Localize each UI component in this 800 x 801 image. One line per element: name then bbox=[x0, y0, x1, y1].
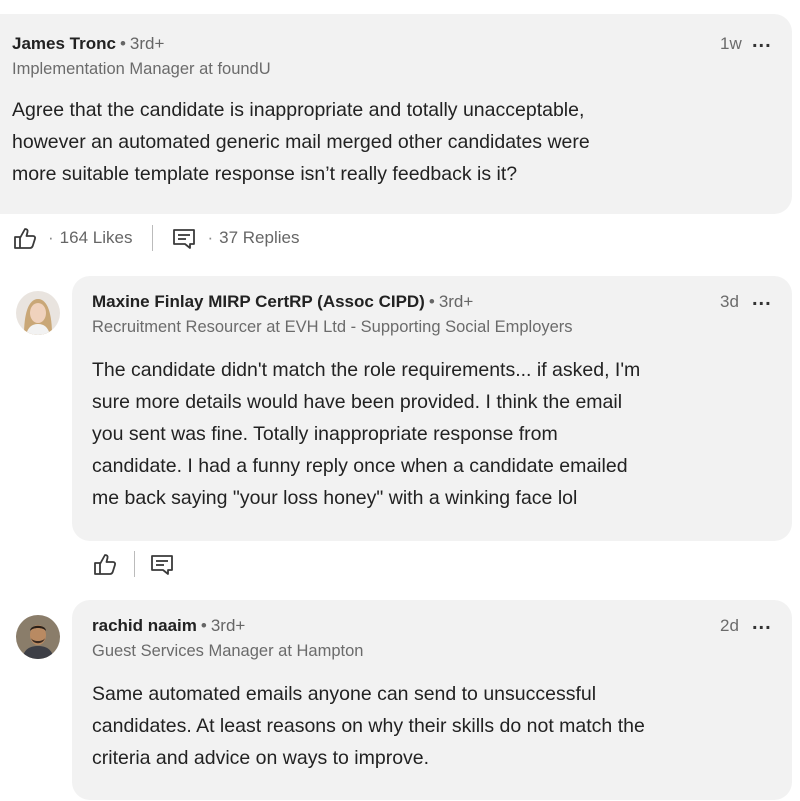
comment-author-name[interactable]: James Tronc bbox=[12, 34, 116, 53]
comment-text-line: me back saying "your loss honey" with a … bbox=[92, 487, 578, 509]
avatar[interactable] bbox=[16, 615, 60, 659]
comment-author-line: James Tronc • 3rd+ bbox=[12, 34, 164, 54]
comment-author-name[interactable]: Maxine Finlay MIRP CertRP (Assoc CIPD) bbox=[92, 292, 425, 311]
comment-author-line: Maxine Finlay MIRP CertRP (Assoc CIPD) • 3… bbox=[92, 292, 473, 312]
comment-author-line: rachid naaim • 3rd+ bbox=[92, 616, 245, 636]
connection-degree: 3rd+ bbox=[210, 616, 246, 635]
comment-author-headline: Implementation Manager at foundU bbox=[12, 60, 271, 78]
more-options-icon[interactable]: ... bbox=[752, 612, 772, 635]
comment-timestamp: 1w bbox=[720, 34, 742, 53]
comment-text-line: The candidate didn't match the role requ… bbox=[92, 359, 641, 381]
connection-degree: 3rd+ bbox=[438, 292, 474, 311]
comment-actions: · 164 Likes · 37 Replies bbox=[12, 225, 299, 251]
comment-bubble-rachid-naaim: rachid naaim • 3rd+ Guest Services Manager… bbox=[72, 600, 792, 800]
comment-text-line: Same automated emails anyone can send to… bbox=[92, 683, 597, 705]
more-options-icon[interactable]: ... bbox=[752, 288, 772, 311]
more-options-icon[interactable]: ... bbox=[752, 30, 772, 53]
comment-text-line: you sent was fine. Totally inappropriate… bbox=[92, 423, 558, 445]
replies-count[interactable]: 37 Replies bbox=[219, 228, 299, 248]
comment-text-line: Agree that the candidate is inappropriat… bbox=[12, 99, 585, 121]
divider bbox=[134, 551, 135, 577]
comment-timestamp: 2d bbox=[720, 616, 739, 635]
comment-text: The candidate didn't match the role requ… bbox=[92, 354, 640, 514]
comment-text-line: criteria and advice on ways to improve. bbox=[92, 747, 430, 769]
comment-author-headline: Recruitment Resourcer at EVH Ltd - Suppo… bbox=[92, 318, 573, 336]
comment-text-line: more suitable template response isn’t re… bbox=[12, 163, 518, 185]
separator-dot: • bbox=[428, 292, 435, 311]
comment-text-line: sure more details would have been provid… bbox=[92, 391, 623, 413]
divider bbox=[152, 225, 154, 251]
separator-dot: · bbox=[48, 228, 54, 247]
comment-author-headline: Guest Services Manager at Hampton bbox=[92, 642, 364, 660]
comment-text-line: candidate. I had a funny reply once when… bbox=[92, 455, 628, 477]
comment-timestamp: 3d bbox=[720, 292, 739, 311]
comment-text: Same automated emails anyone can send to… bbox=[92, 678, 645, 774]
thumbs-up-icon[interactable] bbox=[12, 225, 38, 251]
comment-bubble-james-tronc: James Tronc • 3rd+ Implementation Manager … bbox=[0, 14, 792, 214]
thumbs-up-icon[interactable] bbox=[92, 551, 118, 577]
comment-text: Agree that the candidate is inappropriat… bbox=[12, 94, 590, 190]
comment-text-line: however an automated generic mail merged… bbox=[12, 131, 590, 153]
comment-text-line: candidates. At least reasons on why thei… bbox=[92, 715, 645, 737]
separator-dot: • bbox=[119, 34, 126, 53]
reply-icon[interactable] bbox=[149, 551, 175, 577]
comment-actions bbox=[92, 551, 175, 577]
comment-bubble-maxine-finlay: Maxine Finlay MIRP CertRP (Assoc CIPD) • 3… bbox=[72, 276, 792, 541]
comment-author-name[interactable]: rachid naaim bbox=[92, 616, 197, 635]
separator-dot: • bbox=[200, 616, 207, 635]
connection-degree: 3rd+ bbox=[129, 34, 165, 53]
separator-dot: · bbox=[207, 228, 214, 247]
likes-count[interactable]: 164 Likes bbox=[60, 228, 133, 248]
reply-icon[interactable] bbox=[171, 225, 197, 251]
avatar[interactable] bbox=[16, 291, 60, 335]
